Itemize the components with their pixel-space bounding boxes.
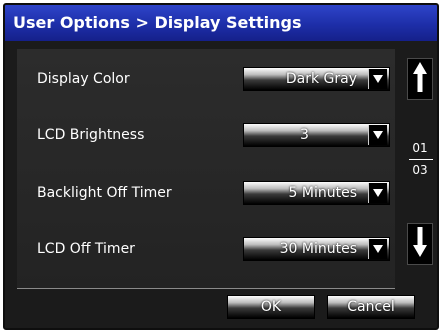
page-separator: [409, 159, 433, 160]
backlight-off-timer-value: 5 Minutes: [288, 185, 357, 201]
display-settings-window: User Options > Display Settings Display …: [3, 3, 439, 330]
current-page-number: 01: [412, 141, 428, 155]
backlight-off-timer-dropdown[interactable]: 5 Minutes: [243, 181, 390, 205]
button-divider: [17, 288, 395, 289]
lcd-off-timer-label: LCD Off Timer: [37, 241, 135, 257]
scroll-down-button[interactable]: [407, 223, 433, 265]
window-title: User Options > Display Settings: [5, 5, 437, 41]
ok-button[interactable]: OK: [227, 295, 315, 319]
lcd-off-timer-value: 30 Minutes: [279, 241, 357, 257]
total-page-number: 03: [412, 163, 428, 177]
chevron-down-icon: [368, 69, 387, 89]
chevron-down-icon: [368, 183, 387, 203]
arrow-up-icon: [412, 61, 428, 97]
chevron-down-icon: [368, 125, 387, 145]
chevron-down-icon: [368, 239, 387, 259]
lcd-brightness-label: LCD Brightness: [37, 127, 145, 143]
lcd-off-timer-dropdown[interactable]: 30 Minutes: [243, 237, 390, 261]
lcd-brightness-value: 3: [300, 127, 309, 143]
display-color-label: Display Color: [37, 71, 130, 87]
settings-panel: Display Color Dark Gray LCD Brightness 3…: [17, 49, 395, 288]
display-color-dropdown[interactable]: Dark Gray: [243, 67, 390, 91]
cancel-button[interactable]: Cancel: [327, 295, 415, 319]
lcd-brightness-dropdown[interactable]: 3: [243, 123, 390, 147]
backlight-off-timer-label: Backlight Off Timer: [37, 185, 172, 201]
display-color-value: Dark Gray: [285, 71, 357, 87]
arrow-down-icon: [412, 226, 428, 262]
scroll-up-button[interactable]: [407, 58, 433, 100]
